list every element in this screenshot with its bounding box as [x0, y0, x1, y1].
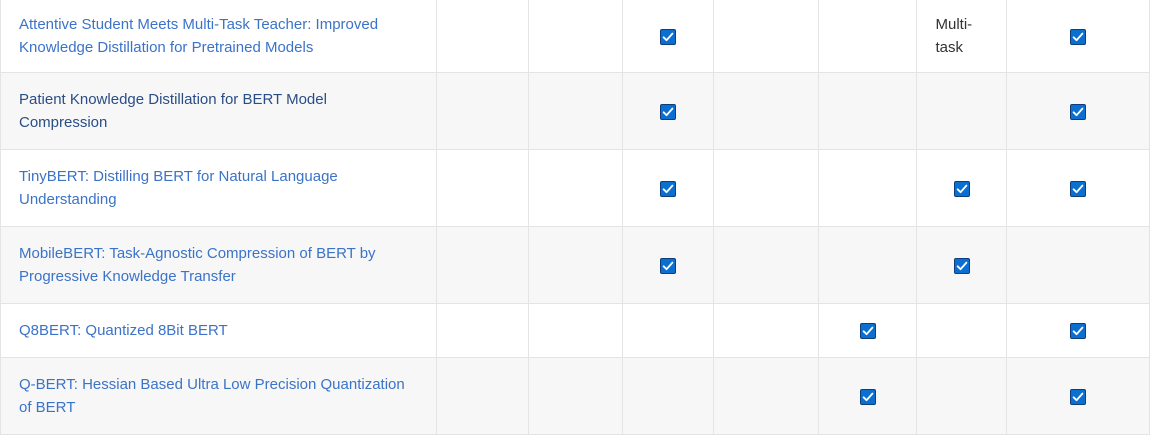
checked-checkbox-icon[interactable] [953, 257, 970, 274]
paper-title-link[interactable]: Q-BERT: Hessian Based Ultra Low Precisio… [19, 376, 405, 416]
paper-title-cell: Q8BERT: Quantized 8Bit BERT [0, 303, 437, 358]
table-body: Attentive Student Meets Multi-Task Teach… [0, 0, 1150, 435]
empty-cell [528, 303, 623, 358]
checked-checkbox-icon[interactable] [660, 103, 676, 120]
empty-cell [713, 303, 819, 358]
checkbox-cell [916, 226, 1007, 304]
empty-cell [528, 149, 623, 227]
checkbox-cell [1006, 357, 1150, 435]
empty-cell [436, 72, 529, 150]
table-row: Q8BERT: Quantized 8Bit BERT [0, 303, 1150, 358]
paper-title-link[interactable]: Q8BERT: Quantized 8Bit BERT [19, 322, 228, 339]
table-row: Q-BERT: Hessian Based Ultra Low Precisio… [0, 357, 1150, 435]
checkbox-cell [818, 357, 917, 435]
checked-checkbox-icon[interactable] [953, 180, 970, 197]
paper-title-link[interactable]: Patient Knowledge Distillation for BERT … [19, 91, 327, 131]
checked-checkbox-icon[interactable] [1070, 180, 1086, 197]
paper-title-cell: MobileBERT: Task-Agnostic Compression of… [0, 226, 437, 304]
empty-cell [713, 149, 819, 227]
checkbox-cell [622, 226, 714, 304]
empty-cell [713, 72, 819, 150]
checked-checkbox-icon[interactable] [859, 388, 876, 405]
empty-cell [436, 0, 529, 73]
empty-cell [528, 357, 623, 435]
text-cell: Multi-task [916, 0, 1007, 73]
papers-table: Attentive Student Meets Multi-Task Teach… [0, 0, 1150, 435]
empty-cell [436, 303, 529, 358]
checked-checkbox-icon[interactable] [660, 28, 676, 45]
paper-title-cell: Attentive Student Meets Multi-Task Teach… [0, 0, 437, 73]
checkbox-cell [1006, 0, 1150, 73]
checkbox-cell [818, 303, 917, 358]
checkbox-cell [622, 0, 714, 73]
table-row: MobileBERT: Task-Agnostic Compression of… [0, 226, 1150, 304]
cell-text: Multi-task [935, 16, 973, 56]
empty-cell [916, 357, 1007, 435]
table-row: Attentive Student Meets Multi-Task Teach… [0, 0, 1150, 73]
checked-checkbox-icon[interactable] [859, 323, 876, 340]
empty-cell [713, 357, 819, 435]
checkbox-cell [1006, 72, 1150, 150]
empty-cell [528, 0, 623, 73]
paper-title-link[interactable]: MobileBERT: Task-Agnostic Compression of… [19, 245, 376, 285]
empty-cell [818, 226, 917, 304]
paper-title-cell: Patient Knowledge Distillation for BERT … [0, 72, 437, 150]
empty-cell [818, 0, 917, 73]
empty-cell [916, 72, 1007, 150]
checkbox-cell [1006, 149, 1150, 227]
empty-cell [916, 303, 1007, 358]
checked-checkbox-icon[interactable] [1070, 323, 1086, 340]
empty-cell [622, 303, 714, 358]
empty-cell [528, 226, 623, 304]
checkbox-cell [916, 149, 1007, 227]
empty-cell [818, 72, 917, 150]
checked-checkbox-icon[interactable] [660, 180, 676, 197]
checkbox-cell [622, 149, 714, 227]
table-row: Patient Knowledge Distillation for BERT … [0, 72, 1150, 150]
empty-cell [436, 226, 529, 304]
empty-cell [713, 226, 819, 304]
empty-cell [1006, 226, 1150, 304]
paper-title-cell: Q-BERT: Hessian Based Ultra Low Precisio… [0, 357, 437, 435]
table-row: TinyBERT: Distilling BERT for Natural La… [0, 149, 1150, 227]
checked-checkbox-icon[interactable] [1070, 388, 1086, 405]
empty-cell [436, 149, 529, 227]
empty-cell [528, 72, 623, 150]
empty-cell [436, 357, 529, 435]
empty-cell [818, 149, 917, 227]
paper-title-link[interactable]: Attentive Student Meets Multi-Task Teach… [19, 16, 378, 56]
checked-checkbox-icon[interactable] [1070, 28, 1086, 45]
paper-title-cell: TinyBERT: Distilling BERT for Natural La… [0, 149, 437, 227]
checkbox-cell [622, 72, 714, 150]
checked-checkbox-icon[interactable] [660, 257, 676, 274]
empty-cell [622, 357, 714, 435]
checkbox-cell [1006, 303, 1150, 358]
paper-title-link[interactable]: TinyBERT: Distilling BERT for Natural La… [19, 168, 338, 208]
checked-checkbox-icon[interactable] [1070, 103, 1086, 120]
empty-cell [713, 0, 819, 73]
